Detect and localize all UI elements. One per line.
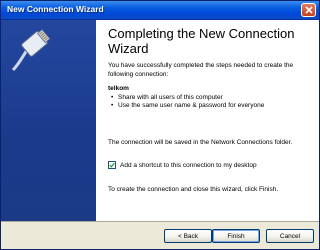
close-button[interactable] (301, 3, 316, 17)
connection-options-list: Share with all users of this computer Us… (110, 94, 315, 110)
wizard-window: New Connection Wizard Completing the New… (0, 0, 320, 250)
desktop-shortcut-option[interactable]: Add a shortcut to this connection to my … (108, 161, 257, 169)
page-title: Completing the New Connection Wizard (108, 26, 295, 56)
cancel-button[interactable]: Cancel (266, 229, 314, 243)
list-item: Use the same user name & password for ev… (110, 102, 315, 110)
button-bar: < Back Finish Cancel (1, 221, 319, 249)
finish-button[interactable]: Finish (212, 229, 260, 243)
close-icon (305, 6, 313, 14)
checkmark-icon (109, 162, 115, 168)
network-cable-plug-icon (11, 29, 51, 72)
wizard-banner (1, 20, 96, 221)
intro-text: You have successfully completed the step… (108, 62, 294, 78)
back-button[interactable]: < Back (164, 229, 212, 243)
window-title: New Connection Wizard (7, 4, 104, 14)
saved-note: The connection will be saved in the Netw… (108, 139, 293, 146)
title-bar[interactable]: New Connection Wizard (1, 1, 319, 20)
list-item: Share with all users of this computer (110, 94, 315, 102)
finish-note: To create the connection and close this … (108, 186, 279, 193)
desktop-shortcut-label: Add a shortcut to this connection to my … (120, 161, 257, 169)
wizard-content: Completing the New Connection Wizard You… (96, 20, 319, 221)
desktop-shortcut-checkbox[interactable] (108, 161, 116, 169)
connection-name: telkom (108, 85, 129, 92)
